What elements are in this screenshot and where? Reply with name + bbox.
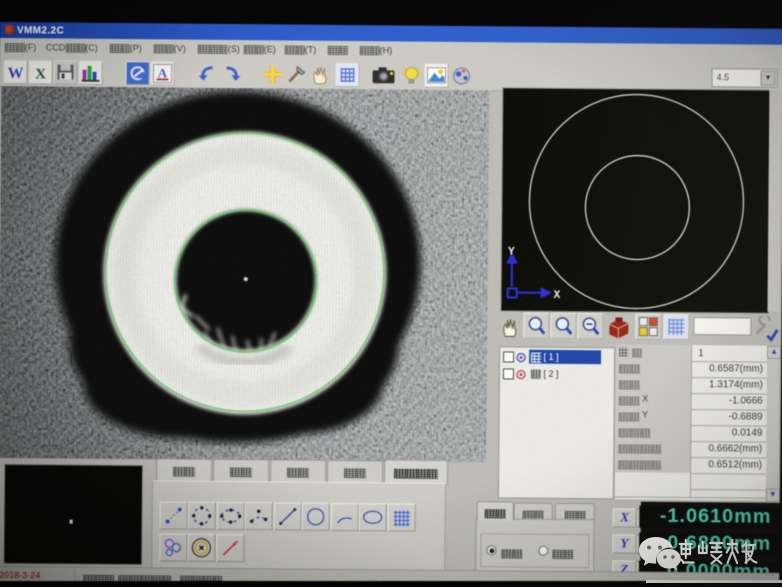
svg-text:X: X	[554, 290, 561, 302]
svg-text:X: X	[35, 66, 46, 82]
svg-text:Y: Y	[508, 246, 515, 258]
svg-text:W: W	[7, 65, 23, 82]
svg-text:A: A	[158, 65, 168, 80]
